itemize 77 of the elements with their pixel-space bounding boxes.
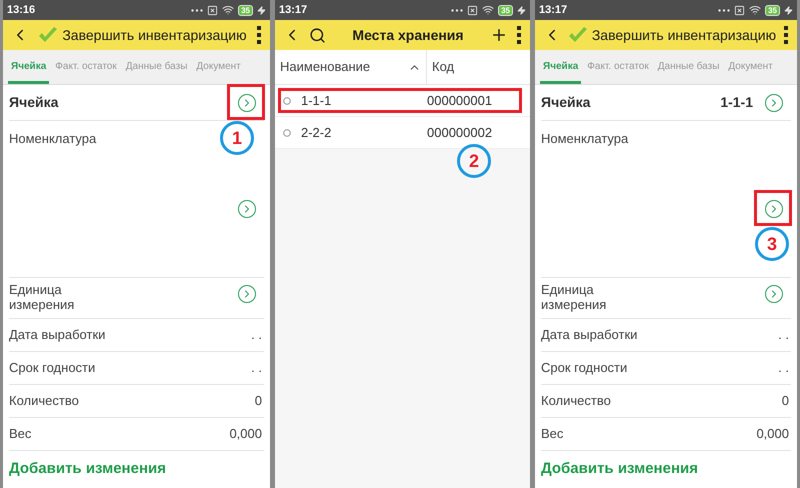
header-title: Места хранения bbox=[351, 26, 465, 45]
table-row[interactable]: 2-2-2 000000002 bbox=[275, 117, 530, 149]
tab[interactable]: Данные базы bbox=[654, 59, 722, 84]
table-cell-text: 1-1-1 bbox=[301, 92, 332, 110]
field-label: Номенклатура bbox=[9, 131, 96, 146]
add-icon[interactable] bbox=[490, 26, 508, 44]
tab[interactable]: Факт. остаток bbox=[52, 59, 120, 84]
field-label: Вес bbox=[541, 425, 564, 444]
tab[interactable]: Ячейка bbox=[540, 59, 582, 84]
radio-icon[interactable] bbox=[283, 128, 291, 136]
chevron-button[interactable] bbox=[765, 200, 783, 218]
field-value: 0,000 bbox=[756, 425, 789, 444]
callout-badge: 2 bbox=[457, 144, 491, 178]
field-value: 0,000 bbox=[229, 425, 262, 444]
field-label: Номенклатура bbox=[541, 131, 628, 146]
tab[interactable]: Документ bbox=[725, 59, 776, 84]
header-title: Завершить инвентаризацию bbox=[592, 26, 776, 45]
field-label: Количество bbox=[9, 392, 79, 410]
field-value: 0 bbox=[254, 392, 262, 410]
field-label: Дата выработки bbox=[541, 326, 638, 344]
notification-icon bbox=[207, 4, 218, 16]
search-icon[interactable] bbox=[309, 26, 326, 44]
chevron-button[interactable] bbox=[238, 200, 256, 218]
table-row[interactable]: 1-1-1 000000001 bbox=[275, 85, 530, 117]
chevron-button[interactable] bbox=[238, 285, 256, 303]
radio-icon[interactable] bbox=[283, 96, 291, 104]
more-icon[interactable] bbox=[516, 25, 522, 45]
more-icon[interactable] bbox=[256, 25, 262, 45]
field-value: . . bbox=[778, 359, 789, 378]
chevron-button[interactable] bbox=[238, 94, 256, 112]
dots-icon bbox=[451, 8, 464, 12]
add-changes-link[interactable]: Добавить изменения bbox=[535, 451, 797, 480]
field-label: Ячейка bbox=[541, 93, 590, 112]
check-icon bbox=[38, 27, 58, 43]
tab[interactable]: Факт. остаток bbox=[584, 59, 652, 84]
battery-icon: 35 bbox=[765, 4, 780, 16]
chevron-button[interactable] bbox=[765, 94, 783, 112]
field-label: Единица измерения bbox=[541, 282, 608, 312]
dots-icon bbox=[191, 8, 204, 12]
tab[interactable]: Данные базы bbox=[122, 59, 190, 84]
clock-text: 13:17 bbox=[279, 2, 308, 18]
charging-icon bbox=[784, 6, 793, 14]
battery-icon: 35 bbox=[238, 4, 253, 16]
field-value: . . bbox=[251, 326, 262, 344]
field-value: . . bbox=[778, 326, 789, 344]
more-icon[interactable] bbox=[782, 25, 789, 45]
battery-icon: 35 bbox=[498, 4, 513, 16]
clock-text: 13:16 bbox=[7, 2, 36, 18]
callout-badge: 1 bbox=[220, 121, 254, 155]
clock-text: 13:17 bbox=[539, 2, 568, 18]
column-header[interactable]: Наименование bbox=[275, 50, 427, 84]
field-label: Дата выработки bbox=[9, 326, 106, 344]
field-label: Срок годности bbox=[541, 359, 628, 378]
callout-badge: 3 bbox=[755, 227, 789, 261]
field-label: Ячейка bbox=[9, 93, 58, 112]
field-label: Срок годности bbox=[9, 359, 96, 378]
field-value: 1-1-1 bbox=[720, 93, 753, 112]
notification-icon bbox=[467, 4, 478, 16]
charging-icon bbox=[517, 6, 526, 14]
field-value: 0 bbox=[782, 392, 789, 410]
field-value: . . bbox=[251, 359, 262, 378]
charging-icon bbox=[257, 6, 266, 14]
tab[interactable]: Ячейка bbox=[8, 59, 50, 84]
field-label: Количество bbox=[541, 392, 611, 410]
table-cell-text: 000000001 bbox=[427, 92, 492, 110]
column-header[interactable]: Код bbox=[427, 50, 530, 84]
table-cell-text: 2-2-2 bbox=[301, 124, 332, 142]
table-cell-text: 000000002 bbox=[427, 124, 492, 142]
check-icon bbox=[568, 27, 588, 43]
chevron-button[interactable] bbox=[765, 285, 783, 303]
header-title: Завершить инвентаризацию bbox=[62, 26, 247, 45]
field-label: Единица измерения bbox=[9, 282, 76, 312]
add-changes-link[interactable]: Добавить изменения bbox=[3, 451, 270, 480]
tab[interactable]: Документ bbox=[193, 59, 244, 84]
notification-icon bbox=[734, 4, 746, 16]
dots-icon bbox=[718, 8, 730, 12]
field-label: Вес bbox=[9, 425, 32, 444]
